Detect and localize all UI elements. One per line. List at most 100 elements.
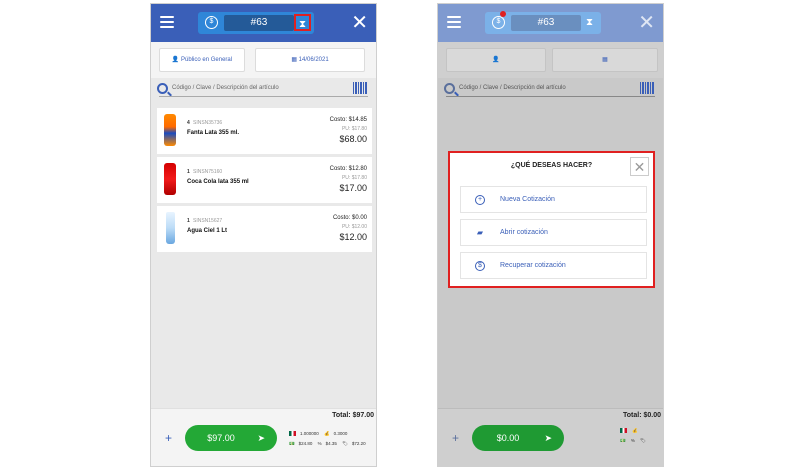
client-row: 👤 Público en General ▦ 14/06/2021 [151,42,376,78]
footer-bar: Total: $0.00 + $0.00 ➤ 💰 💵 % 🏷 [438,408,663,466]
product-name: Coca Cola lata 355 ml [187,179,249,185]
calendar-icon: ▦ [291,57,297,63]
pay-amount: $97.00 [207,433,235,443]
coin-icon[interactable]: $ [205,16,218,29]
list-item[interactable]: 1 SINSN15627 Agua Ciel 1 Lt Costo: $0.00… [157,206,372,252]
phone-screen-left: $ #63 ⧗ ✕ 👤 Público en General ▦ 14/06/2… [150,3,377,467]
top-bar: $ #63 ⧗ ✕ [438,4,663,42]
rate-3: $24.80 [298,441,313,446]
product-total: $12.00 [339,232,367,242]
rate-2: 0.3000 [333,431,348,436]
client-row: 👤 ▦ [438,42,663,78]
recover-quote-button[interactable]: $ Recuperar cotización [460,252,647,279]
add-icon[interactable]: + [165,431,172,445]
exchange-rates: 💰 💵 % 🏷 [620,426,650,446]
pay-amount: $0.00 [496,433,520,443]
plus-circle-icon: + [475,195,485,205]
product-image [164,114,176,146]
search-row: Código / Clave / Descripción del artícul… [151,81,376,103]
client-button[interactable]: 👤 Público en General [159,48,245,72]
pay-button[interactable]: $97.00 ➤ [185,425,277,451]
product-name: Fanta Lata 355 ml. [187,130,240,136]
search-icon[interactable] [444,83,455,94]
top-bar: $ #63 ⧗ ✕ [151,4,376,42]
date-label: 14/06/2021 [298,57,329,63]
open-quote-button[interactable]: ▰ Abrir cotización [460,219,647,246]
total-label: Total: $0.00 [623,412,661,419]
product-qty: 4 [187,120,190,126]
list-item[interactable]: 4 SINSN35736 Fanta Lata 355 ml. Costo: $… [157,108,372,154]
client-label: Público en General [181,57,233,63]
option-label: Abrir cotización [500,229,548,236]
rate-5: $72.20 [351,441,366,446]
option-label: Nueva Cotización [500,196,555,203]
action-dialog: ¿QUÉ DESEAS HACER? ✕ + Nueva Cotización … [448,151,655,288]
search-underline [446,96,655,97]
product-sku: SINSN35736 [193,120,223,126]
add-icon[interactable]: + [452,431,459,445]
menu-icon[interactable] [160,16,174,28]
hourglass-icon[interactable]: ⧗ [581,14,598,31]
tag-icon: 🏷 [342,441,348,446]
order-number[interactable]: #63 [224,15,294,31]
product-name: Agua Ciel 1 Lt [187,228,228,234]
coin-icon[interactable]: $ [492,16,505,29]
rate-4: $4.35 [325,441,337,446]
cash-icon: 💵 [620,438,626,443]
product-list: 4 SINSN35736 Fanta Lata 355 ml. Costo: $… [157,108,372,255]
cash-icon: 💵 [289,441,295,446]
phone-screen-right: $ #63 ⧗ ✕ 👤 ▦ Código / Clave / Descripci… [437,3,664,467]
dialog-title: ¿QUÉ DESEAS HACER? [510,162,593,169]
pay-button[interactable]: $0.00 ➤ [472,425,564,451]
recover-icon: $ [475,261,485,271]
hourglass-icon[interactable]: ⧗ [294,14,311,31]
product-unit-price: PU: $12.00 [341,224,367,230]
search-input[interactable]: Código / Clave / Descripción del artícul… [172,85,279,91]
order-number[interactable]: #63 [511,15,581,31]
search-underline [159,96,368,97]
search-row: Código / Clave / Descripción del artícul… [438,81,663,103]
calendar-icon: ▦ [602,57,608,63]
user-icon: 👤 [492,57,500,63]
product-qty: 1 [187,218,190,224]
close-icon[interactable]: ✕ [351,13,368,33]
barcode-icon[interactable] [640,82,655,94]
product-sku: SINSN15627 [193,218,223,224]
menu-icon[interactable] [447,16,461,28]
send-icon: ➤ [257,433,265,443]
percent-icon: % [630,438,635,443]
product-unit-price: PU: $17.80 [341,126,367,132]
search-icon[interactable] [157,83,168,94]
product-sku: SINSN75160 [193,169,223,175]
exchange-rates: 1.000000 💰 0.3000 💵 $24.80 % $4.35 🏷 $72.20 [289,429,370,449]
footer-bar: Total: $97.00 + $97.00 ➤ 1.000000 💰 0.300… [151,408,376,466]
order-pill: $ #63 ⧗ [485,11,601,34]
product-unit-price: PU: $17.80 [341,175,367,181]
rate-1: 1.000000 [300,431,319,436]
product-total: $17.00 [339,183,367,193]
close-icon[interactable]: ✕ [630,157,649,176]
barcode-icon[interactable] [353,82,368,94]
user-icon: 👤 [171,57,180,63]
mexico-flag-icon [620,426,627,436]
date-button[interactable]: ▦ 14/06/2021 [255,48,365,72]
product-cost: Costo: $0.00 [332,215,367,221]
product-image [166,212,175,244]
client-button[interactable]: 👤 [446,48,546,72]
folder-open-icon: ▰ [476,228,484,237]
close-icon[interactable]: ✕ [638,13,655,33]
percent-icon: % [317,441,322,446]
option-label: Recuperar cotización [500,262,566,269]
product-cost: Costo: $14.85 [329,117,367,123]
new-quote-button[interactable]: + Nueva Cotización [460,186,647,213]
search-input[interactable]: Código / Clave / Descripción del artícul… [459,85,566,91]
total-label: Total: $97.00 [332,412,374,419]
notification-badge [500,11,506,17]
date-button[interactable]: ▦ [552,48,658,72]
list-item[interactable]: 1 SINSN75160 Coca Cola lata 355 ml Costo… [157,157,372,203]
send-icon: ➤ [544,433,552,443]
money-bag-icon: 💰 [632,428,638,433]
product-image [164,163,176,195]
product-total: $68.00 [339,134,367,144]
tag-icon: 🏷 [640,438,646,443]
